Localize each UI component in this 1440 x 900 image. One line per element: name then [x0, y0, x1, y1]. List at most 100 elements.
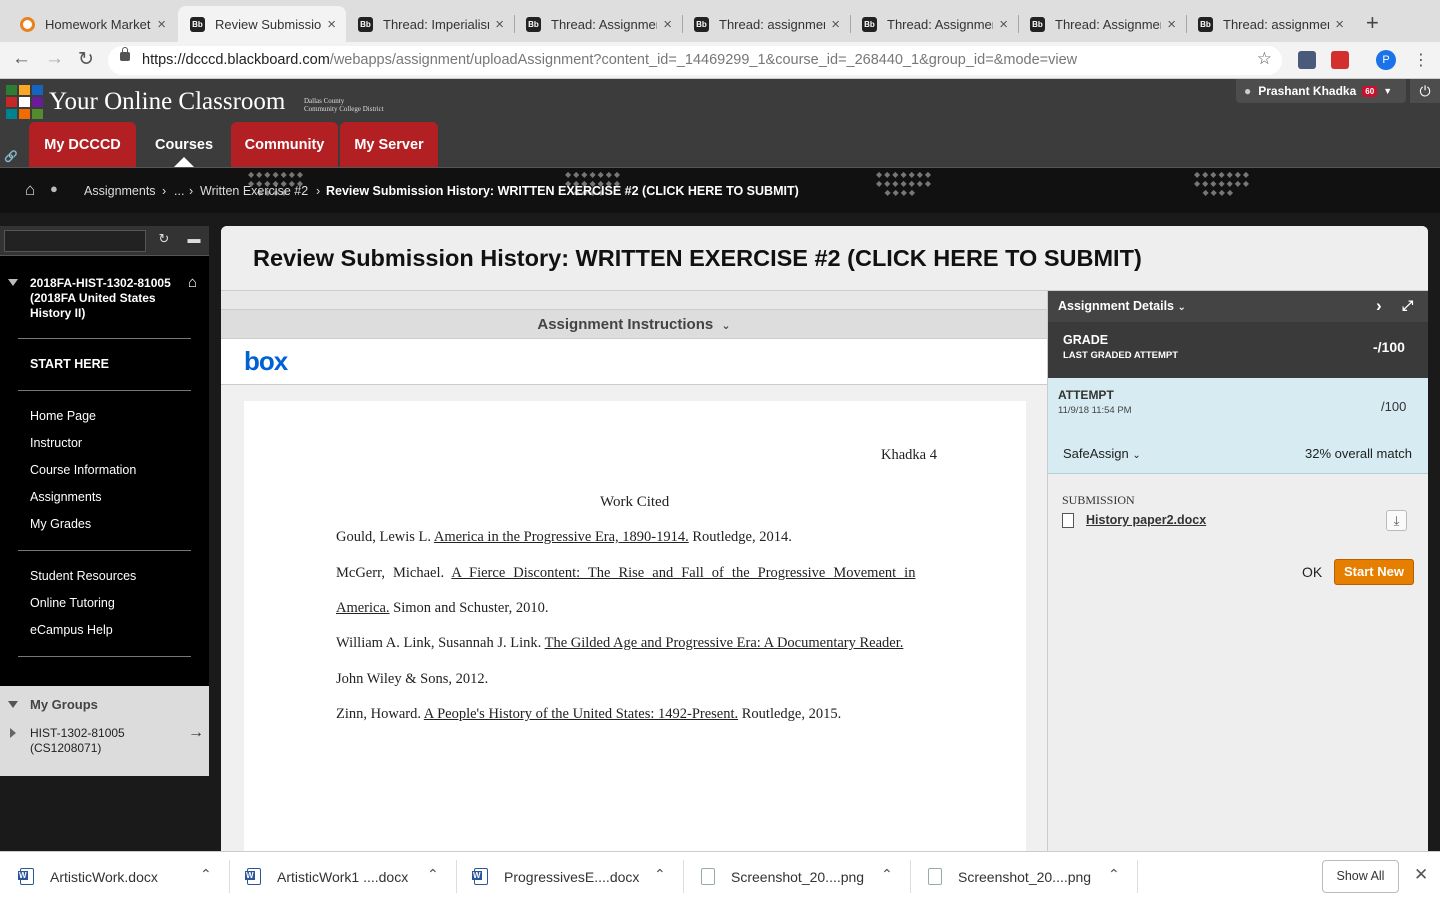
- collapse-panel-chevron-icon[interactable]: ›: [1376, 296, 1382, 316]
- tab-close-icon[interactable]: ×: [495, 16, 504, 33]
- browser-tab[interactable]: Bb Thread: assignment ×: [682, 6, 850, 42]
- blackboard-favicon-icon: Bb: [1198, 16, 1213, 32]
- link-icon[interactable]: 🔗: [4, 150, 18, 163]
- tab-community[interactable]: Community: [231, 122, 338, 167]
- download-file-name: ArtisticWork1 ....docx: [277, 868, 409, 885]
- safeassign-toggle[interactable]: SafeAssign ⌄: [1063, 446, 1141, 461]
- download-item[interactable]: Screenshot_20....png: [701, 852, 864, 900]
- document-scroll-area[interactable]: Khadka 4 Work Cited Gould, Lewis L. Amer…: [221, 385, 1047, 856]
- tab-close-icon[interactable]: ×: [1335, 16, 1344, 33]
- tab-title: Thread: assignment: [1223, 16, 1330, 32]
- citation-line: John Wiley & Sons, 2012.: [336, 671, 489, 687]
- tab-my-dcccd[interactable]: My DCCCD: [29, 122, 136, 167]
- menu-item-instructor[interactable]: Instructor: [30, 436, 82, 450]
- download-item[interactable]: ArtisticWork.docx: [18, 852, 158, 900]
- chevron-up-icon[interactable]: ⌃: [427, 866, 439, 883]
- extension-puzzle-icon[interactable]: [1298, 51, 1316, 69]
- menu-item-home-page[interactable]: Home Page: [30, 409, 96, 423]
- breadcrumb-current: Review Submission History: WRITTEN EXERC…: [326, 184, 799, 198]
- browser-tab[interactable]: Bb Thread: assignment ×: [1186, 6, 1354, 42]
- menu-item-course-information[interactable]: Course Information: [30, 463, 136, 477]
- breadcrumb-ellipsis[interactable]: ...: [174, 184, 184, 198]
- browser-tab[interactable]: Bb Thread: Assignment ×: [514, 6, 682, 42]
- new-tab-plus-icon[interactable]: +: [1366, 10, 1379, 36]
- expand-triangle-icon[interactable]: [10, 728, 16, 738]
- download-item[interactable]: ArtisticWork1 ....docx: [245, 852, 409, 900]
- logout-power-icon[interactable]: ⏻: [1410, 79, 1440, 103]
- dcccd-logo[interactable]: [6, 85, 44, 119]
- assignment-details-header: Assignment Details ⌄ › ⤢: [1048, 291, 1428, 322]
- group-item[interactable]: HIST-1302-81005 (CS1208071): [30, 726, 125, 756]
- folder-view-icon[interactable]: ▬: [181, 231, 207, 251]
- breadcrumb-written-exercise[interactable]: Written Exercise #2: [200, 184, 308, 198]
- menu-item-my-grades[interactable]: My Grades: [30, 517, 91, 531]
- browser-tab[interactable]: Homework Market ×: [8, 6, 176, 42]
- submission-label: SUBMISSION: [1062, 493, 1135, 507]
- tab-close-icon[interactable]: ×: [999, 16, 1008, 33]
- tab-close-icon[interactable]: ×: [831, 16, 840, 33]
- download-file-name: Screenshot_20....png: [958, 868, 1092, 885]
- breadcrumb-assignments[interactable]: Assignments: [84, 184, 156, 198]
- assignment-instructions-toggle[interactable]: Assignment Instructions ⌄: [221, 309, 1047, 339]
- blackboard-favicon-icon: Bb: [358, 16, 373, 32]
- acrobat-extension-icon[interactable]: [1331, 51, 1349, 69]
- menu-item-online-tutoring[interactable]: Online Tutoring: [30, 596, 115, 610]
- course-home-icon[interactable]: ⌂: [188, 274, 197, 291]
- menu-item-start-here[interactable]: START HERE: [30, 357, 109, 371]
- user-menu[interactable]: ● Prashant Khadka 60 ▼: [1236, 79, 1406, 103]
- url-bar[interactable]: https://dcccd.blackboard.com/webapps/ass…: [108, 46, 1282, 75]
- menu-item-ecampus-help[interactable]: eCampus Help: [30, 623, 113, 637]
- ok-button[interactable]: OK: [1302, 564, 1322, 580]
- forward-arrow-icon[interactable]: →: [45, 48, 64, 70]
- tab-close-icon[interactable]: ×: [327, 16, 336, 33]
- chevron-down-circle-icon[interactable]: ●: [50, 181, 58, 196]
- attempt-row[interactable]: ATTEMPT 11/9/18 11:54 PM /100 SafeAssign…: [1048, 378, 1428, 474]
- collapse-triangle-icon[interactable]: [8, 701, 18, 708]
- homework-market-favicon-icon: [20, 16, 35, 32]
- browser-tab[interactable]: Bb Thread: Assignment ×: [850, 6, 1018, 42]
- fullscreen-icon[interactable]: ⤢: [1402, 297, 1413, 314]
- back-arrow-icon[interactable]: ←: [12, 48, 31, 70]
- image-file-icon: [928, 868, 942, 885]
- browser-tab-strip: Homework Market × Bb Review Submission H…: [0, 0, 1440, 42]
- collapse-triangle-icon[interactable]: [8, 279, 18, 286]
- menu-item-student-resources[interactable]: Student Resources: [30, 569, 136, 583]
- browser-tab-active[interactable]: Bb Review Submission History ×: [178, 6, 346, 42]
- tab-title: Homework Market: [45, 16, 151, 32]
- arrow-right-icon[interactable]: →: [188, 724, 204, 742]
- course-title[interactable]: 2018FA-HIST-1302-81005 (2018FA United St…: [30, 276, 188, 321]
- chevron-up-icon[interactable]: ⌃: [200, 866, 212, 883]
- safeassign-match[interactable]: 32% overall match: [1305, 446, 1412, 461]
- url-text[interactable]: https://dcccd.blackboard.com/webapps/ass…: [142, 52, 1077, 68]
- breadcrumb: ◆◆◆◆◆◆◆ ◆◆◆◆◆◆◆ ◆◆◆◆ ◆◆◆◆◆◆◆ ◆◆◆◆◆◆◆ ◆◆◆◆ …: [0, 167, 1440, 213]
- notification-badge: 60: [1362, 85, 1378, 97]
- blackboard-favicon-icon: Bb: [526, 16, 541, 32]
- start-new-button[interactable]: Start New: [1334, 559, 1414, 585]
- browser-tab[interactable]: Bb Thread: Assignment ×: [1018, 6, 1186, 42]
- download-icon[interactable]: ⤓: [1386, 510, 1407, 531]
- assignment-details-toggle[interactable]: Assignment Details ⌄: [1058, 299, 1186, 313]
- tab-close-icon[interactable]: ×: [157, 16, 166, 33]
- submission-file-link[interactable]: History paper2.docx: [1086, 513, 1206, 527]
- chevron-up-icon[interactable]: ⌃: [881, 866, 893, 883]
- refresh-icon[interactable]: ↻: [151, 231, 177, 251]
- download-item[interactable]: Screenshot_20....png: [928, 852, 1091, 900]
- chevron-up-icon[interactable]: ⌃: [654, 866, 666, 883]
- reload-icon[interactable]: ↻: [78, 48, 94, 71]
- tab-close-icon[interactable]: ×: [1167, 16, 1176, 33]
- profile-avatar[interactable]: P: [1376, 50, 1396, 70]
- tab-close-icon[interactable]: ×: [663, 16, 672, 33]
- menu-search-input[interactable]: [4, 230, 146, 252]
- download-item[interactable]: ProgressivesE....docx: [472, 852, 639, 900]
- browser-tab[interactable]: Bb Thread: Imperialism ×: [346, 6, 514, 42]
- home-icon[interactable]: ⌂: [25, 180, 35, 200]
- my-groups-heading[interactable]: My Groups: [30, 697, 98, 712]
- bookmark-star-icon[interactable]: ☆: [1257, 49, 1272, 69]
- close-icon[interactable]: ✕: [1414, 865, 1428, 885]
- tab-my-server[interactable]: My Server: [340, 122, 438, 167]
- menu-item-assignments[interactable]: Assignments: [30, 490, 102, 504]
- grade-label: GRADE: [1063, 333, 1109, 347]
- show-all-button[interactable]: Show All: [1322, 860, 1399, 893]
- chevron-up-icon[interactable]: ⌃: [1108, 866, 1120, 883]
- browser-menu-icon[interactable]: ⋮: [1413, 50, 1429, 70]
